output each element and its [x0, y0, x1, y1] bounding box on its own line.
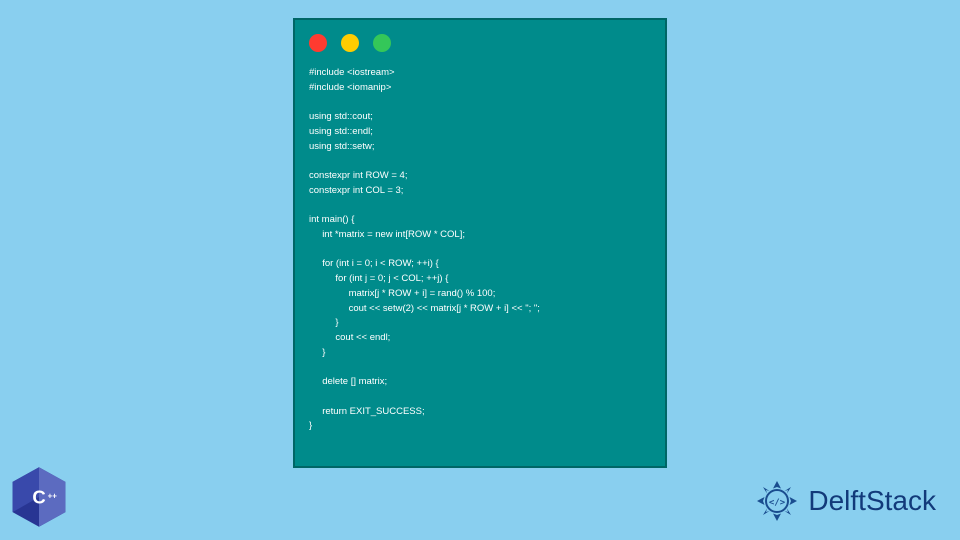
- minimize-icon[interactable]: [341, 34, 359, 52]
- svg-text:C: C: [32, 487, 45, 508]
- cpp-badge-icon: C ++: [6, 464, 72, 530]
- maximize-icon[interactable]: [373, 34, 391, 52]
- code-window: #include <iostream> #include <iomanip> u…: [293, 18, 667, 468]
- code-content: #include <iostream> #include <iomanip> u…: [309, 66, 651, 434]
- svg-text:++: ++: [48, 491, 58, 500]
- delftstack-icon: </>: [752, 476, 802, 526]
- delftstack-label: DelftStack: [808, 485, 936, 517]
- close-icon[interactable]: [309, 34, 327, 52]
- delftstack-logo: </> DelftStack: [752, 476, 936, 526]
- svg-text:</>: </>: [769, 498, 786, 508]
- window-controls: [309, 34, 651, 52]
